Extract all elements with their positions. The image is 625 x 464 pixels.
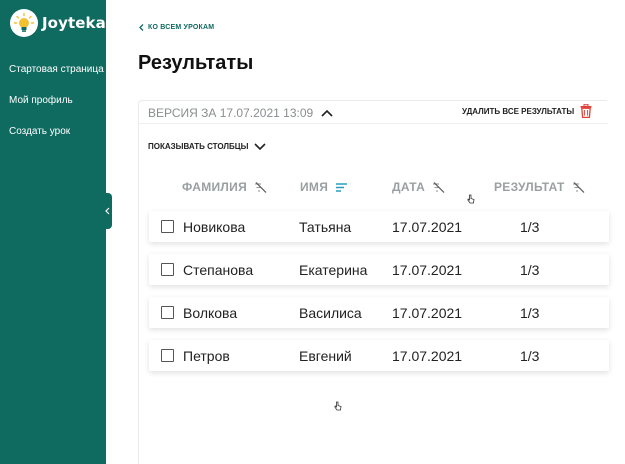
column-header-name[interactable]: ИМЯ (300, 180, 348, 194)
hand-cursor-icon (467, 194, 475, 204)
cell-date: 17.07.2021 (392, 262, 463, 278)
delete-all-label: УДАЛИТЬ ВСЕ РЕЗУЛЬТАТЫ (462, 106, 575, 116)
row-checkbox[interactable] (161, 349, 174, 362)
sort-disabled-icon (572, 181, 585, 193)
lightbulb-icon (10, 9, 38, 37)
cell-name: Екатерина (299, 262, 368, 278)
chevron-left-icon (139, 24, 144, 31)
logo[interactable]: Joyteka (10, 9, 106, 37)
sidebar-item-start-page[interactable]: Стартовая страница (9, 63, 104, 94)
sidebar-nav: Стартовая страница Мой профиль Создать у… (9, 63, 104, 156)
cell-name: Василиса (299, 305, 362, 321)
delete-all-results-button[interactable]: УДАЛИТЬ ВСЕ РЕЗУЛЬТАТЫ (462, 104, 592, 118)
cell-result: 1/3 (520, 305, 540, 321)
row-checkbox[interactable] (161, 306, 174, 319)
cell-date: 17.07.2021 (392, 348, 463, 364)
version-label: ВЕРСИЯ ЗА 17.07.2021 13:09 (148, 106, 314, 120)
table-row[interactable]: Новикова Татьяна 17.07.2021 1/3 (149, 211, 609, 242)
chevron-down-icon (254, 142, 266, 150)
column-label: РЕЗУЛЬТАТ (494, 180, 565, 194)
cell-result: 1/3 (520, 348, 540, 364)
table-row[interactable]: Петров Евгений 17.07.2021 1/3 (149, 340, 609, 371)
results-panel: ВЕРСИЯ ЗА 17.07.2021 13:09 УДАЛИТЬ ВСЕ Р… (138, 100, 609, 464)
hand-cursor-icon (334, 401, 342, 411)
cell-name: Татьяна (299, 219, 352, 235)
column-header-result[interactable]: РЕЗУЛЬТАТ (494, 180, 585, 194)
cell-surname: Новикова (183, 219, 246, 235)
back-link-label: КО ВСЕМ УРОКАМ (148, 24, 215, 31)
sidebar: Joyteka Стартовая страница Мой профиль С… (0, 0, 106, 464)
sort-icon (336, 182, 348, 192)
column-label: ФАМИЛИЯ (182, 180, 248, 194)
sidebar-item-profile[interactable]: Мой профиль (9, 94, 104, 125)
cell-result: 1/3 (520, 219, 540, 235)
chevron-up-icon (321, 109, 333, 117)
sort-disabled-icon (433, 181, 445, 193)
brand-name: Joyteka (42, 14, 106, 32)
cell-surname: Петров (183, 348, 230, 364)
sidebar-item-create-lesson[interactable]: Создать урок (9, 125, 104, 156)
column-label: ДАТА (392, 180, 426, 194)
column-header-surname[interactable]: ФАМИЛИЯ (182, 180, 267, 194)
column-header-date[interactable]: ДАТА (392, 180, 445, 194)
show-columns-label: ПОКАЗЫВАТЬ СТОЛБЦЫ (148, 142, 249, 151)
sidebar-collapse-button[interactable] (103, 193, 112, 229)
panel-header: ВЕРСИЯ ЗА 17.07.2021 13:09 УДАЛИТЬ ВСЕ Р… (139, 101, 608, 124)
row-checkbox[interactable] (161, 220, 174, 233)
show-columns-toggle[interactable]: ПОКАЗЫВАТЬ СТОЛБЦЫ (148, 142, 266, 151)
back-to-lessons-link[interactable]: КО ВСЕМ УРОКАМ (139, 24, 214, 31)
sort-disabled-icon (255, 181, 267, 193)
version-toggle[interactable]: ВЕРСИЯ ЗА 17.07.2021 13:09 (148, 106, 333, 120)
cell-date: 17.07.2021 (392, 305, 463, 321)
column-label: ИМЯ (300, 180, 329, 194)
page-title: Результаты (138, 52, 254, 74)
cell-result: 1/3 (520, 262, 540, 278)
table-row[interactable]: Волкова Василиса 17.07.2021 1/3 (149, 297, 609, 328)
cell-date: 17.07.2021 (392, 219, 463, 235)
cell-surname: Волкова (183, 305, 238, 321)
chevron-left-icon (105, 207, 110, 215)
cell-name: Евгений (299, 348, 352, 364)
table-row[interactable]: Степанова Екатерина 17.07.2021 1/3 (149, 254, 609, 285)
trash-icon (580, 104, 592, 118)
row-checkbox[interactable] (161, 263, 174, 276)
cell-surname: Степанова (183, 262, 254, 278)
